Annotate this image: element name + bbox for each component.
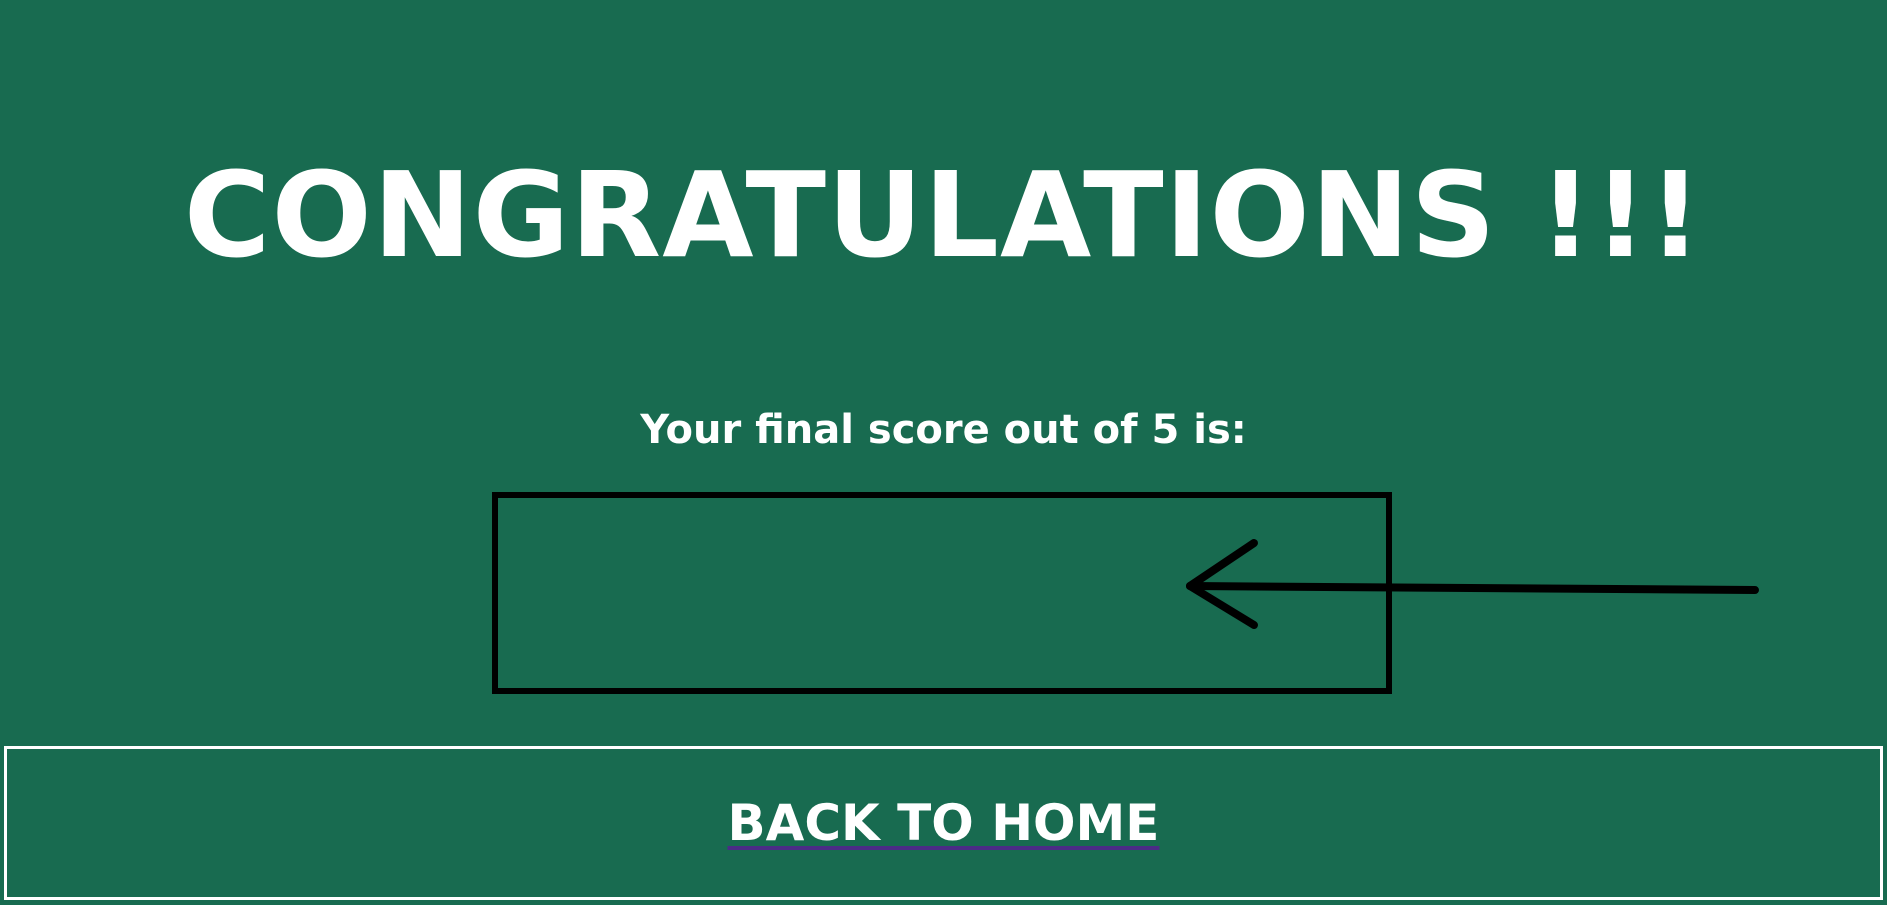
score-label: Your final score out of 5 is: bbox=[640, 407, 1247, 453]
congratulations-heading: CONGRATULATIONS !!! bbox=[183, 146, 1704, 284]
back-to-home-link[interactable]: BACK TO HOME bbox=[728, 793, 1160, 853]
back-to-home-bar[interactable]: BACK TO HOME bbox=[4, 746, 1883, 900]
score-display-box bbox=[492, 492, 1392, 694]
